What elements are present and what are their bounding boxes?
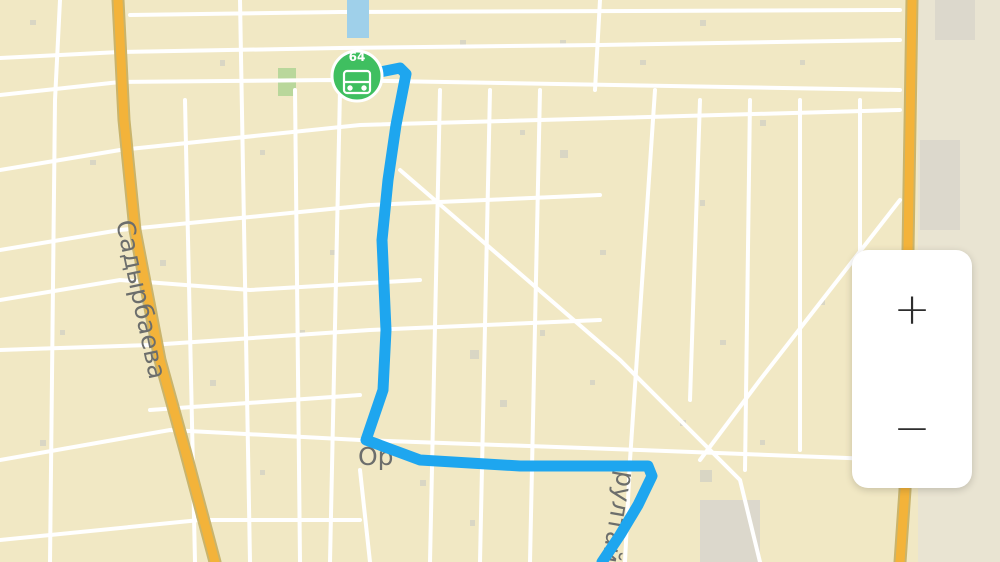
map-canvas[interactable]: Садырбаева Ор рултай 64 <box>0 0 1000 562</box>
bus-stop-marker[interactable]: 64 <box>330 49 384 103</box>
zoom-control: + − <box>852 250 972 488</box>
zoom-in-button[interactable]: + <box>852 250 972 369</box>
zoom-out-button[interactable]: − <box>852 369 972 488</box>
bus-route-number: 64 <box>349 50 366 64</box>
route-tail <box>347 0 369 38</box>
